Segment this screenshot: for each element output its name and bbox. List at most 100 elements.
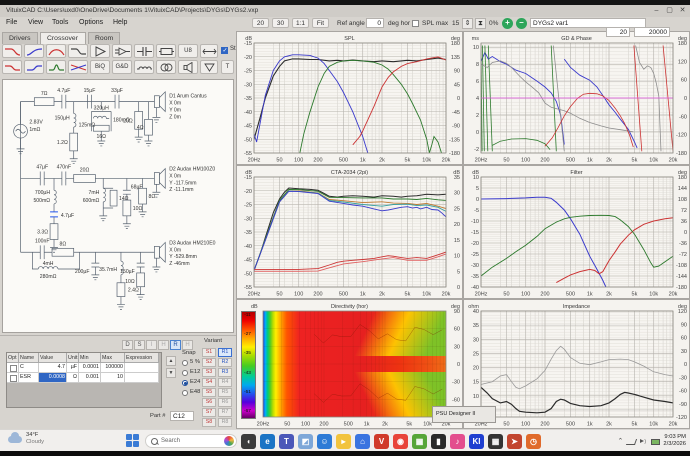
variant-s1-button[interactable]: S1 (202, 348, 216, 357)
chrome-icon[interactable]: ◉ (393, 434, 408, 449)
table-cell[interactable] (125, 373, 159, 383)
tab-crossover[interactable]: Crossover (40, 32, 86, 44)
peak-block-button[interactable] (46, 60, 66, 74)
start-button[interactable] (126, 434, 141, 449)
vituixcad-icon[interactable]: V (374, 434, 389, 449)
variant-r1-button[interactable]: R1 (218, 348, 232, 357)
opt-checkbox[interactable] (10, 375, 17, 382)
store-icon[interactable]: ⌂ (355, 434, 370, 449)
menu-tools[interactable]: Tools (52, 19, 68, 26)
table-cell[interactable]: 0.0001 (79, 363, 101, 373)
rew-icon[interactable]: ▦ (412, 434, 427, 449)
optimizer-updown-button[interactable]: ⇕ (462, 18, 473, 29)
people-icon[interactable]: ☺ (317, 434, 332, 449)
variant-r6-button[interactable]: R6 (218, 398, 232, 407)
zoom-fit-button[interactable]: Fit (312, 18, 329, 28)
snap-5pct-radio[interactable] (182, 360, 188, 366)
mode-s-button[interactable]: S (134, 340, 145, 350)
ki-app-icon[interactable]: Kl (469, 434, 484, 449)
mode-h2-button[interactable]: H (182, 340, 193, 350)
variant-s6-button[interactable]: S6 (202, 398, 216, 407)
impedance-chart[interactable]: Impedanceohmdeg4035302520151051209060300… (463, 299, 690, 429)
menu-help[interactable]: Help (113, 19, 127, 26)
table-cell[interactable]: Ω (67, 373, 79, 383)
spl-max-checkbox[interactable] (412, 20, 419, 27)
row-down-button[interactable]: ▼ (166, 368, 176, 378)
table-cell[interactable] (7, 363, 19, 373)
battery-icon[interactable] (651, 437, 659, 445)
network-icon[interactable] (627, 437, 635, 445)
table-cell[interactable]: C (19, 363, 39, 373)
clock[interactable]: 9:03 PM 2/3/2026 (663, 434, 686, 448)
polarity-button[interactable] (200, 60, 218, 74)
variant-r2-button[interactable]: R2 (218, 358, 232, 367)
variant-r4-button[interactable]: R4 (218, 378, 232, 387)
mode-r-button[interactable]: R (170, 340, 181, 350)
buffer-block-button[interactable] (90, 44, 110, 58)
highshelf-block-button[interactable] (24, 60, 44, 74)
variant-s7-button[interactable]: S7 (202, 408, 216, 417)
edge-icon[interactable]: e (260, 434, 275, 449)
text-tool-button[interactable]: T (221, 60, 234, 74)
psu-designer-window[interactable]: PSU Designer II (432, 406, 496, 423)
directivity-chart[interactable]: Directivity (hor)dBdeg9060300-30-60-9020… (236, 299, 463, 429)
part-number-field[interactable]: C12 (170, 411, 194, 421)
capacitor-button[interactable] (134, 44, 154, 58)
variant-r8-button[interactable]: R8 (218, 418, 232, 427)
maximize-button[interactable]: ▢ (664, 6, 675, 16)
cta-2034-chart[interactable]: CTA-2034 (2pi)dBdB-15-20-25-30-35-40-45-… (236, 165, 463, 299)
filter-chart[interactable]: FilterdBdeg1050-5-10-15-20-25-30-35-4018… (463, 165, 690, 299)
table-cell[interactable] (125, 363, 159, 373)
table-cell[interactable]: 4.7 (39, 363, 67, 373)
inductor-button[interactable] (134, 60, 154, 74)
table-row[interactable]: ESR0.0008Ω0.00110 (7, 373, 161, 383)
menu-view[interactable]: View (28, 19, 43, 26)
variant-r3-button[interactable]: R3 (218, 368, 232, 377)
variant-s2-button[interactable]: S2 (202, 358, 216, 367)
schematic-canvas[interactable]: 2.83V 1mΩ 7Ω 4.7µF 15µF 33µF 150µH 125mΩ… (2, 79, 234, 333)
optimizer-run-button[interactable]: ⧗ (475, 18, 486, 29)
remove-variant-button[interactable]: – (516, 18, 527, 29)
ref-angle-input[interactable]: 0 (366, 18, 384, 28)
lowshelf-block-button[interactable] (2, 60, 22, 74)
designer-icon[interactable]: ➤ (507, 434, 522, 449)
wire-tool-button[interactable] (200, 44, 218, 58)
copilot-icon[interactable]: ◖ (241, 434, 256, 449)
table-cell[interactable]: ESR (19, 373, 39, 383)
menu-options[interactable]: Options (79, 19, 103, 26)
bandpass-block-button[interactable] (46, 44, 66, 58)
row-up-button[interactable]: ▲ (166, 356, 176, 366)
tab-room[interactable]: Room (88, 32, 120, 44)
variant-r7-button[interactable]: R7 (218, 408, 232, 417)
tray-chevron-icon[interactable]: ⌃ (618, 437, 624, 445)
minimize-button[interactable]: – (651, 6, 662, 16)
resistor-button[interactable] (156, 44, 176, 58)
stretch-checkbox[interactable] (221, 47, 228, 54)
tab-drivers[interactable]: Drivers (2, 32, 38, 44)
speedtest-icon[interactable]: ◷ (526, 434, 541, 449)
spl-chart[interactable]: SPLdBdeg-15-20-25-30-35-40-45-50-5518013… (236, 31, 463, 165)
table-cell[interactable]: 100000 (101, 363, 125, 373)
add-variant-button[interactable]: + (502, 18, 513, 29)
shelf-block-button[interactable] (68, 44, 88, 58)
snap-e12-radio[interactable] (182, 370, 188, 376)
highpass-block-button[interactable] (24, 44, 44, 58)
transformer-button[interactable] (156, 60, 176, 74)
music-icon[interactable]: ♪ (450, 434, 465, 449)
opamp-block-button[interactable] (112, 44, 132, 58)
mode-h1-button[interactable]: H (158, 340, 169, 350)
variant-s4-button[interactable]: S4 (202, 378, 216, 387)
zoom-20-button[interactable]: 20 (252, 18, 269, 28)
file-explorer-icon[interactable]: ▸ (336, 434, 351, 449)
table-cell[interactable] (7, 373, 19, 383)
plugin-grid-icon[interactable]: ▦ (488, 434, 503, 449)
snap-e48-radio[interactable] (182, 390, 188, 396)
u8-block-button[interactable]: U8 (178, 44, 198, 58)
menu-file[interactable]: File (6, 19, 17, 26)
gain-delay-block-button[interactable]: G&D (112, 60, 132, 74)
opt-checkbox[interactable] (10, 365, 17, 372)
close-button[interactable]: ✕ (677, 6, 688, 16)
variant-s3-button[interactable]: S3 (202, 368, 216, 377)
freq-max-input[interactable]: 20000 (634, 27, 670, 37)
zoom-1to1-button[interactable]: 1:1 (292, 18, 309, 28)
